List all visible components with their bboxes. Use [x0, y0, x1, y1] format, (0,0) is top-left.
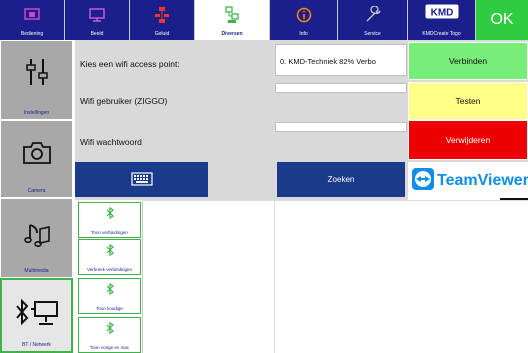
- test-button[interactable]: Testen: [408, 82, 528, 120]
- tab-label: Beeld: [90, 31, 104, 37]
- teamviewer-button[interactable]: TeamViewer: [408, 162, 528, 200]
- tab-kmdcreate[interactable]: KMD KMDCreate Togo: [408, 0, 476, 40]
- sidebar-item-label: Instellingen: [23, 110, 50, 116]
- kmd-logo-text: KMD: [430, 8, 453, 19]
- bluetooth-icon: [106, 206, 114, 220]
- connect-button[interactable]: Verbinden: [408, 42, 528, 80]
- bt-item-label: Toon verbindingen: [91, 230, 128, 235]
- bluetooth-icon: [106, 321, 114, 335]
- bt-item-show-mac[interactable]: Toon vorige en mac: [78, 317, 141, 353]
- tab-diversen[interactable]: Diversen: [195, 0, 270, 40]
- wifi-user-field[interactable]: [275, 83, 407, 93]
- wifi-user-label: Wifi gebruiker (ZIGGO): [80, 96, 168, 106]
- tab-label: Bediening: [20, 31, 44, 37]
- teamviewer-logo-icon: [412, 167, 434, 195]
- sidebar-item-instellingen[interactable]: Instellingen: [0, 40, 73, 120]
- tab-label: Diversen: [221, 31, 243, 37]
- sidebar-item-label: Camera: [27, 188, 46, 194]
- content-divider-horizontal: [143, 200, 528, 201]
- bt-item-label: Verbreek verbindingen: [86, 267, 133, 272]
- teamviewer-text: TeamViewer: [437, 172, 528, 189]
- bluetooth-icon: [106, 282, 114, 296]
- display-icon: [86, 5, 108, 25]
- bt-item-show-devices[interactable]: Toon koudige: [78, 278, 141, 314]
- ok-label: OK: [490, 11, 514, 28]
- wrench-icon: [362, 5, 384, 25]
- top-tab-bar: Bediening Beeld Geluid Diversen Info Ser…: [0, 0, 528, 40]
- sidebar-item-camera[interactable]: Camera: [0, 120, 73, 198]
- monitor-tv-icon: [21, 5, 43, 25]
- ok-button[interactable]: OK: [476, 0, 528, 40]
- app-screen: Bediening Beeld Geluid Diversen Info Ser…: [0, 0, 528, 353]
- bt-item-show-connections[interactable]: Toon verbindingen: [78, 202, 141, 238]
- network-settings-icon: [221, 5, 243, 25]
- sidebar-item-bt-netwerk[interactable]: BT / Netwerk: [0, 278, 73, 353]
- bt-item-label: Toon koudige: [96, 306, 123, 311]
- sidebar-item-label: Multimedia: [24, 268, 49, 274]
- settings-sliders-icon: [25, 57, 49, 89]
- speaker-network-icon: [151, 5, 173, 25]
- content-divider-vertical: [274, 200, 275, 353]
- keyboard-icon: [130, 171, 153, 188]
- bt-item-disconnect[interactable]: Verbreek verbindingen: [78, 239, 141, 275]
- delete-button[interactable]: Verwijderen: [408, 120, 528, 160]
- tab-label: KMDCreate Togo: [422, 31, 461, 37]
- tab-label: Info: [299, 31, 308, 37]
- wifi-ap-select[interactable]: 0. KMD-Techniek 82% Verbo: [275, 44, 407, 76]
- info-icon: [293, 5, 315, 25]
- tab-label: Service: [364, 31, 381, 37]
- sidebar-item-multimedia[interactable]: Multimedia: [0, 198, 73, 278]
- wifi-password-label: Wifi wachtwoord: [80, 137, 142, 147]
- camera-icon: [22, 141, 52, 167]
- wifi-password-field[interactable]: [275, 122, 407, 132]
- tab-info[interactable]: Info: [270, 0, 338, 40]
- music-note-icon: [23, 221, 51, 251]
- bt-item-label: Toon vorige en mac: [89, 345, 130, 350]
- tab-bediening[interactable]: Bediening: [0, 0, 65, 40]
- bluetooth-icon: [106, 243, 114, 257]
- wifi-ap-label: Kies een wifi access point:: [80, 59, 180, 69]
- kmd-logo: KMD: [425, 4, 459, 19]
- tab-label: Geluid: [154, 31, 170, 37]
- search-button[interactable]: Zoeken: [277, 162, 405, 197]
- bluetooth-network-icon: [13, 298, 61, 330]
- tab-service[interactable]: Service: [338, 0, 408, 40]
- bluetooth-list: Toon verbindingen Verbreek verbindingen …: [75, 201, 143, 353]
- tab-beeld[interactable]: Beeld: [65, 0, 130, 40]
- tab-geluid[interactable]: Geluid: [130, 0, 195, 40]
- keyboard-button[interactable]: [75, 162, 208, 197]
- sidebar-item-label: BT / Netwerk: [22, 342, 51, 348]
